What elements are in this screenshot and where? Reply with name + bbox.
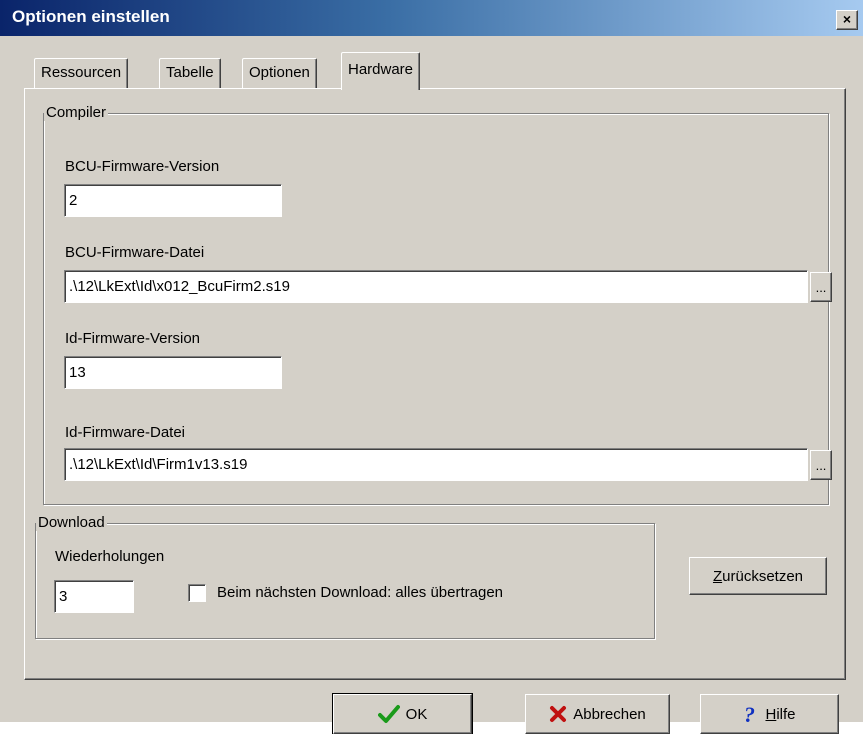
tab-tabelle[interactable]: Tabelle [159,58,221,88]
bcu-version-label: BCU-Firmware-Version [65,158,220,175]
id-version-label: Id-Firmware-Version [65,330,201,347]
ok-button-label: OK [405,705,428,723]
cancel-button[interactable]: Abbrechen [525,694,670,734]
download-legend: Download [36,514,107,531]
transfer-all-checkbox[interactable] [188,584,206,602]
tab-label: Tabelle [166,64,214,81]
compiler-legend: Compiler [44,104,109,121]
id-version-value: 13 [69,364,86,381]
reset-button[interactable]: Zurücksetzen [689,557,827,595]
bcu-version-input[interactable]: 2 [64,184,282,217]
browse-label: ... [815,458,827,473]
title-bar[interactable]: Optionen einstellen × [0,0,863,36]
transfer-all-label[interactable]: Beim nächsten Download: alles übertragen [217,584,503,601]
tab-label: Hardware [348,61,414,78]
cancel-button-label: Abbrechen [573,705,646,723]
window-title: Optionen einstellen [12,7,170,26]
bcu-file-input[interactable]: .\12\LkExt\Id\x012_BcuFirm2.s19 [64,270,808,303]
repeat-label: Wiederholungen [55,548,165,565]
download-group: Download Wiederholungen 3 Beim nächsten … [35,514,655,639]
help-button[interactable]: ? Hilfe [700,694,839,734]
repeat-value: 3 [59,588,68,605]
bcu-file-browse-button[interactable]: ... [810,272,832,302]
id-version-input[interactable]: 13 [64,356,282,389]
tab-panel-hardware: Compiler BCU-Firmware-Version 2 BCU-Firm… [24,88,846,680]
compiler-group: Compiler BCU-Firmware-Version 2 BCU-Firm… [43,104,832,505]
ok-button[interactable]: OK [332,693,473,734]
id-file-label: Id-Firmware-Datei [65,424,186,441]
tab-optionen[interactable]: Optionen [242,58,317,88]
x-icon [549,705,567,723]
help-button-label: Hilfe [765,705,796,723]
repeat-input[interactable]: 3 [54,580,134,613]
bcu-file-value: .\12\LkExt\Id\x012_BcuFirm2.s19 [69,278,290,295]
tab-hardware[interactable]: Hardware [341,52,421,90]
tab-label: Optionen [249,64,310,81]
tab-label: Ressourcen [41,64,122,81]
close-icon: × [842,11,852,27]
reset-button-label: Zurücksetzen [712,567,804,585]
browse-label: ... [815,280,827,295]
close-button[interactable]: × [836,10,858,30]
id-file-value: .\12\LkExt\Id\Firm1v13.s19 [69,456,248,473]
checkmark-icon [377,704,400,724]
bcu-version-value: 2 [69,192,78,209]
options-dialog: Optionen einstellen × Ressourcen Tabelle… [0,0,863,734]
bcu-file-label: BCU-Firmware-Datei [65,244,205,261]
id-file-input[interactable]: .\12\LkExt\Id\Firm1v13.s19 [64,448,808,481]
tab-ressourcen[interactable]: Ressourcen [34,58,129,88]
id-file-browse-button[interactable]: ... [810,450,832,480]
